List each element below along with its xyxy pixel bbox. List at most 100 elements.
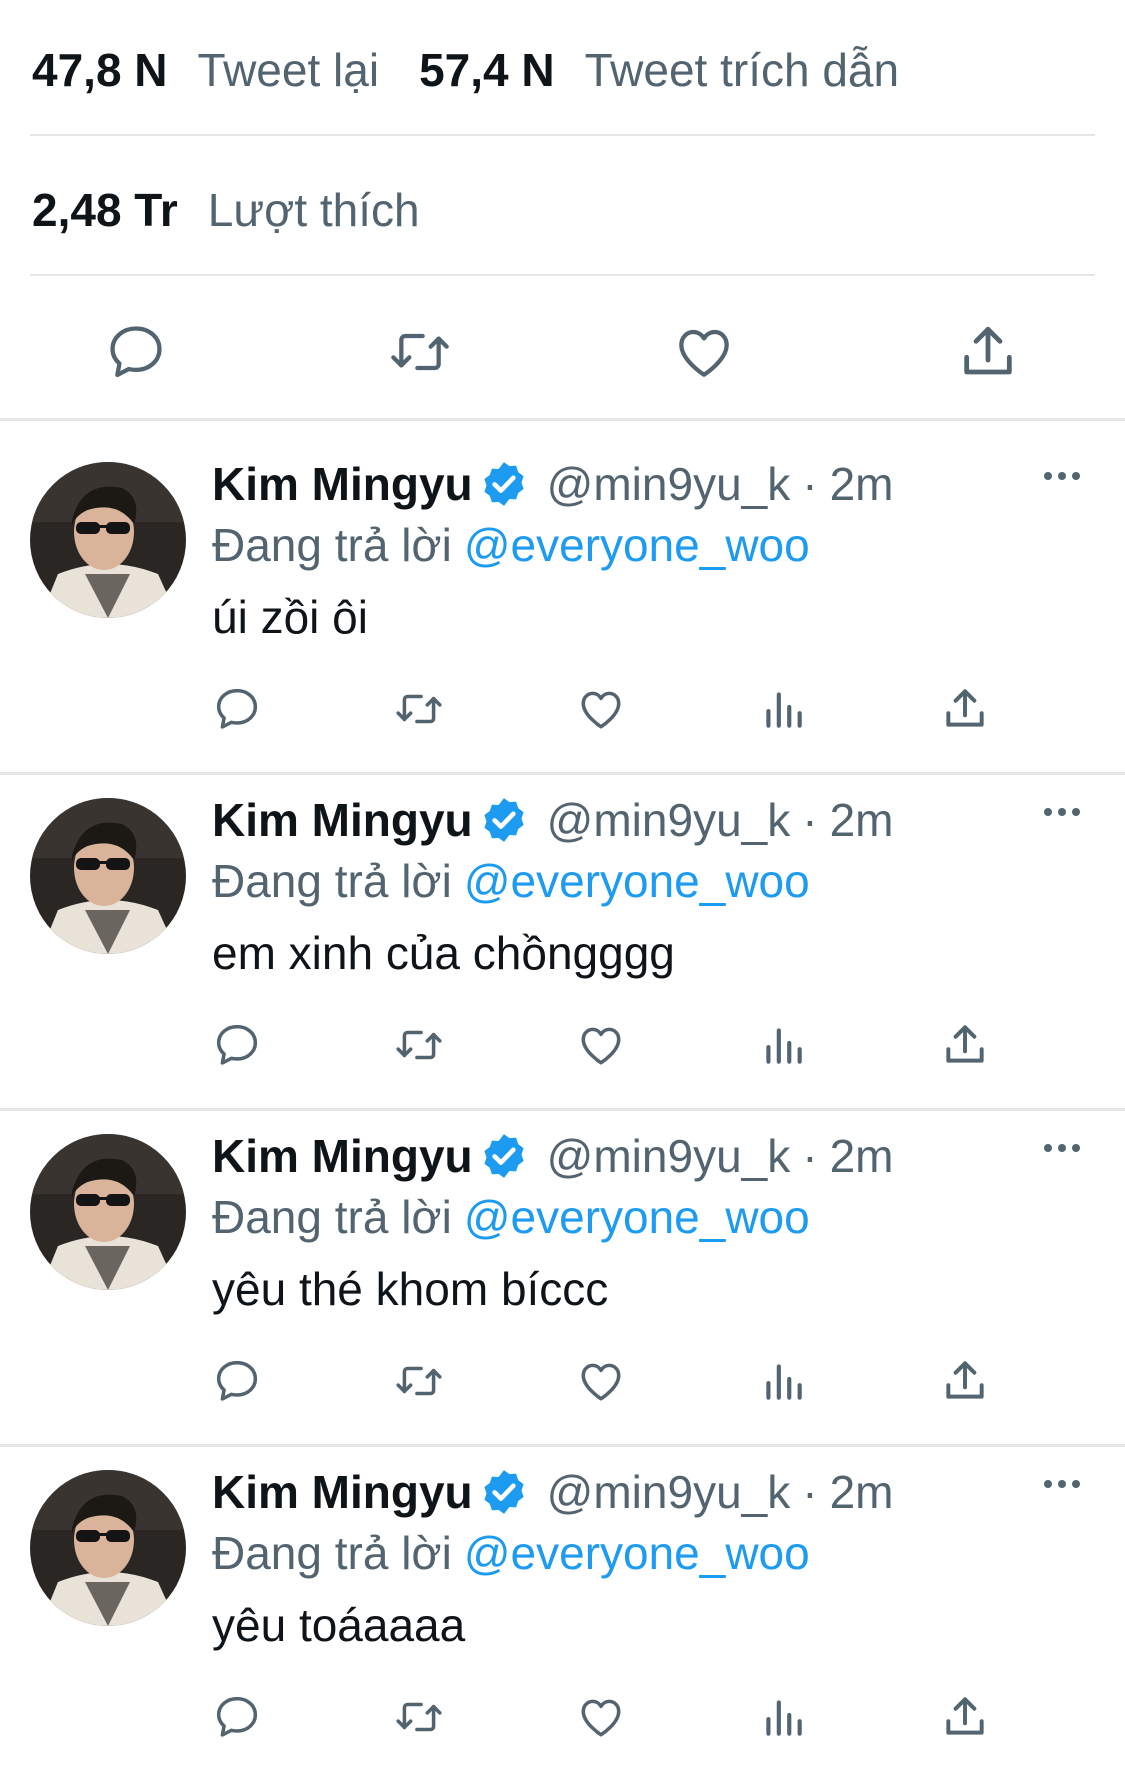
retweet-button[interactable] — [394, 1020, 444, 1070]
share-button[interactable] — [940, 684, 990, 734]
analytics-icon — [766, 1364, 802, 1400]
tweet-action-bar — [0, 1020, 1125, 1076]
display-name[interactable]: Kim Mingyu — [212, 793, 473, 847]
reply-icon — [216, 688, 258, 729]
share-button[interactable] — [956, 320, 1020, 384]
tweet-header: Kim Mingyu @min9yu_k · 2m — [212, 790, 893, 850]
like-button[interactable] — [576, 1020, 626, 1070]
analytics-button[interactable] — [758, 1020, 808, 1070]
retweet-stats-row: 47,8 N Tweet lại 57,4 N Tweet trích dẫn — [32, 0, 1095, 140]
tweet-action-bar — [0, 684, 1125, 740]
share-button[interactable] — [940, 1692, 990, 1742]
like-button[interactable] — [576, 1692, 626, 1742]
avatar[interactable] — [30, 1470, 186, 1626]
reply-button[interactable] — [212, 684, 262, 734]
verified-badge-icon — [484, 462, 524, 506]
retweet-button[interactable] — [394, 684, 444, 734]
reply-tweet[interactable]: Kim Mingyu @min9yu_k · 2m Đang trả lời @e… — [0, 1094, 1125, 1430]
reply-icon — [216, 1696, 258, 1737]
display-name[interactable]: Kim Mingyu — [212, 1465, 473, 1519]
separator — [0, 418, 1125, 421]
analytics-icon — [766, 1700, 802, 1736]
like-icon — [581, 1699, 621, 1737]
tweet-action-bar — [0, 1356, 1125, 1412]
username[interactable]: @min9yu_k — [547, 793, 791, 847]
display-name[interactable]: Kim Mingyu — [212, 1129, 473, 1183]
more-options-icon[interactable] — [1041, 1474, 1083, 1494]
mention-link[interactable]: @everyone_woo — [464, 1191, 810, 1243]
mention-link[interactable]: @everyone_woo — [464, 855, 810, 907]
like-button[interactable] — [672, 320, 736, 384]
like-icon — [581, 1027, 621, 1065]
display-name[interactable]: Kim Mingyu — [212, 457, 473, 511]
share-icon — [946, 1361, 984, 1399]
timestamp[interactable]: 2m — [830, 1465, 894, 1519]
share-button[interactable] — [940, 1020, 990, 1070]
likes-label[interactable]: Lượt thích — [208, 183, 420, 237]
replying-to: Đang trả lời @everyone_woo — [212, 854, 810, 908]
retweet-icon — [396, 1366, 442, 1396]
username[interactable]: @min9yu_k — [547, 1129, 791, 1183]
timestamp[interactable]: 2m — [830, 457, 894, 511]
retweet-icon — [396, 1030, 442, 1060]
reply-button[interactable] — [212, 1692, 262, 1742]
like-icon — [581, 691, 621, 729]
more-options-icon[interactable] — [1041, 466, 1083, 486]
reply-icon — [216, 1024, 258, 1065]
separator-dot: · — [802, 1466, 818, 1518]
profile-photo — [30, 1134, 186, 1290]
analytics-button[interactable] — [758, 684, 808, 734]
retweet-icon — [391, 333, 449, 371]
retweet-button[interactable] — [394, 1356, 444, 1406]
replying-to: Đang trả lời @everyone_woo — [212, 1190, 810, 1244]
reply-tweet[interactable]: Kim Mingyu @min9yu_k · 2m Đang trả lời @e… — [0, 1430, 1125, 1766]
reply-icon — [110, 326, 162, 378]
like-icon — [581, 1363, 621, 1401]
retweet-button[interactable] — [394, 1692, 444, 1742]
main-tweet-action-bar — [0, 284, 1125, 418]
timestamp[interactable]: 2m — [830, 793, 894, 847]
avatar[interactable] — [30, 798, 186, 954]
avatar[interactable] — [30, 1134, 186, 1290]
divider — [30, 134, 1095, 136]
like-button[interactable] — [576, 1356, 626, 1406]
quotes-count[interactable]: 57,4 N — [419, 43, 555, 97]
replying-to-label: Đang trả lời — [212, 1191, 452, 1243]
more-options-icon[interactable] — [1041, 1138, 1083, 1158]
tweet-text: em xinh của chồngggg — [212, 927, 675, 979]
analytics-button[interactable] — [758, 1356, 808, 1406]
tweet-header: Kim Mingyu @min9yu_k · 2m — [212, 1126, 893, 1186]
username[interactable]: @min9yu_k — [547, 1465, 791, 1519]
replying-to-label: Đang trả lời — [212, 519, 452, 571]
tweet-header: Kim Mingyu @min9yu_k · 2m — [212, 1462, 893, 1522]
tweet-text: yêu toáaaaa — [212, 1599, 466, 1651]
reply-tweet[interactable]: Kim Mingyu @min9yu_k · 2m Đang trả lời @e… — [0, 422, 1125, 758]
like-button[interactable] — [576, 684, 626, 734]
share-button[interactable] — [940, 1356, 990, 1406]
timestamp[interactable]: 2m — [830, 1129, 894, 1183]
reply-button[interactable] — [104, 320, 168, 384]
username[interactable]: @min9yu_k — [547, 457, 791, 511]
reply-tweet[interactable]: Kim Mingyu @min9yu_k · 2m Đang trả lời @e… — [0, 758, 1125, 1094]
separator-dot: · — [802, 1130, 818, 1182]
tweet-action-bar — [0, 1692, 1125, 1748]
profile-photo — [30, 462, 186, 618]
retweets-count[interactable]: 47,8 N — [32, 43, 168, 97]
quotes-label[interactable]: Tweet trích dẫn — [585, 43, 900, 97]
reply-button[interactable] — [212, 1020, 262, 1070]
likes-count[interactable]: 2,48 Tr — [32, 183, 178, 237]
more-options-icon[interactable] — [1041, 802, 1083, 822]
avatar[interactable] — [30, 462, 186, 618]
verified-badge-icon — [484, 1470, 524, 1514]
retweet-icon — [396, 694, 442, 724]
verified-badge-icon — [484, 798, 524, 842]
analytics-button[interactable] — [758, 1692, 808, 1742]
likes-stats-row: 2,48 Tr Lượt thích — [32, 140, 1095, 280]
retweets-label[interactable]: Tweet lại — [198, 43, 380, 97]
retweet-button[interactable] — [388, 320, 452, 384]
like-icon — [679, 329, 729, 377]
mention-link[interactable]: @everyone_woo — [464, 519, 810, 571]
replying-to-label: Đang trả lời — [212, 1527, 452, 1579]
mention-link[interactable]: @everyone_woo — [464, 1527, 810, 1579]
reply-button[interactable] — [212, 1356, 262, 1406]
